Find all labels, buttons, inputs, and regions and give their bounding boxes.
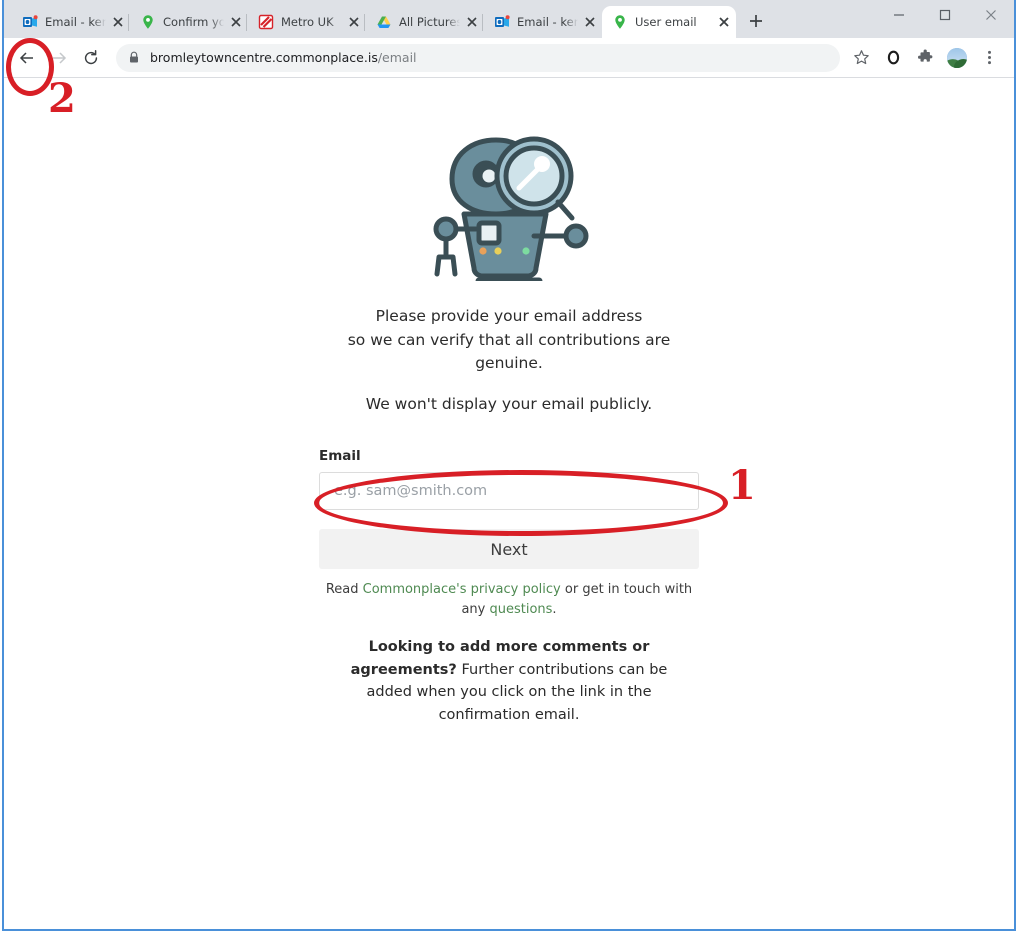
avatar[interactable] — [942, 43, 972, 73]
browser-tab-5[interactable]: Email - kerry ho — [482, 6, 602, 38]
tab-title: Confirm your e — [163, 15, 224, 29]
tab-title: User email — [635, 15, 697, 29]
maximize-icon[interactable] — [922, 0, 968, 30]
tab-strip: Email - kerry ho Confirm your e — [4, 0, 876, 38]
commonplace-pin-icon — [140, 14, 156, 30]
tab-title: Email - kerry ho — [517, 15, 578, 29]
close-icon[interactable] — [110, 14, 126, 30]
three-dot-menu-icon[interactable] — [974, 43, 1004, 73]
window-controls — [876, 0, 1014, 38]
browser-tab-3[interactable]: Metro UK — [246, 6, 366, 38]
browser-tab-active-user-email[interactable]: User email — [602, 6, 736, 38]
browser-toolbar: bromleytowncentre.commonplace.is/email — [4, 38, 1014, 78]
close-icon[interactable] — [464, 14, 480, 30]
close-icon[interactable] — [346, 14, 362, 30]
email-label: Email — [319, 448, 361, 465]
lock-icon — [128, 51, 140, 64]
intro-text: Please provide your email address so we … — [309, 305, 709, 416]
toolbar-right-actions — [846, 43, 1006, 73]
tab-title: Email - kerry ho — [45, 15, 106, 29]
url-domain: bromleytowncentre.commonplace.is — [150, 50, 378, 65]
further-contributions-note: Looking to add more comments or agreemen… — [344, 636, 674, 726]
circle-icon[interactable] — [878, 43, 908, 73]
intro-line-2: so we can verify that all contributions … — [347, 330, 671, 349]
intro-line-1: Please provide your email address — [375, 307, 643, 325]
metro-icon — [258, 14, 274, 30]
close-icon[interactable] — [582, 14, 598, 30]
intro-line-3: genuine. — [475, 354, 543, 373]
browser-tab-4[interactable]: All Pictures By — [364, 6, 484, 38]
questions-link[interactable]: questions — [489, 602, 552, 617]
commonplace-pin-icon — [612, 14, 628, 30]
url-path: /email — [377, 50, 417, 65]
browser-tab-2[interactable]: Confirm your e — [128, 6, 248, 38]
reload-icon[interactable] — [76, 43, 106, 73]
email-verification-page: Please provide your email address so we … — [4, 78, 1014, 726]
close-icon[interactable] — [716, 14, 732, 30]
legal-suffix: . — [552, 601, 557, 617]
new-tab-button[interactable] — [742, 7, 770, 35]
legal-text: Read Commonplace's privacy policy or get… — [319, 580, 699, 619]
url-text: bromleytowncentre.commonplace.is/email — [150, 50, 417, 65]
title-bar: Email - kerry ho Confirm your e — [4, 0, 1014, 38]
robot-with-magnifier-icon — [424, 126, 594, 285]
email-input[interactable] — [319, 472, 699, 511]
browser-window: Email - kerry ho Confirm your e — [2, 0, 1016, 931]
address-bar[interactable]: bromleytowncentre.commonplace.is/email — [116, 43, 840, 72]
page-viewport: Please provide your email address so we … — [4, 78, 1014, 927]
browser-tab-1[interactable]: Email - kerry ho — [12, 6, 130, 38]
intro-line-4: We won't display your email publicly. — [365, 394, 653, 413]
outlook-icon — [22, 14, 38, 30]
minimize-icon[interactable] — [876, 0, 922, 30]
privacy-policy-link[interactable]: Commonplace's privacy policy — [363, 582, 561, 597]
puzzle-piece-icon[interactable] — [910, 43, 940, 73]
outlook-icon — [494, 14, 510, 30]
forward-arrow-icon — [44, 43, 74, 73]
close-icon[interactable] — [228, 14, 244, 30]
tab-title: Metro UK — [281, 15, 334, 29]
close-window-icon[interactable] — [968, 0, 1014, 30]
star-icon[interactable] — [846, 43, 876, 73]
legal-prefix: Read — [325, 582, 363, 598]
next-button[interactable]: Next — [319, 529, 699, 570]
google-drive-icon — [376, 14, 392, 30]
tab-title: All Pictures By — [399, 15, 460, 29]
back-arrow-icon[interactable] — [12, 43, 42, 73]
email-form: Email Next Read Commonplace's privacy po… — [319, 448, 699, 619]
